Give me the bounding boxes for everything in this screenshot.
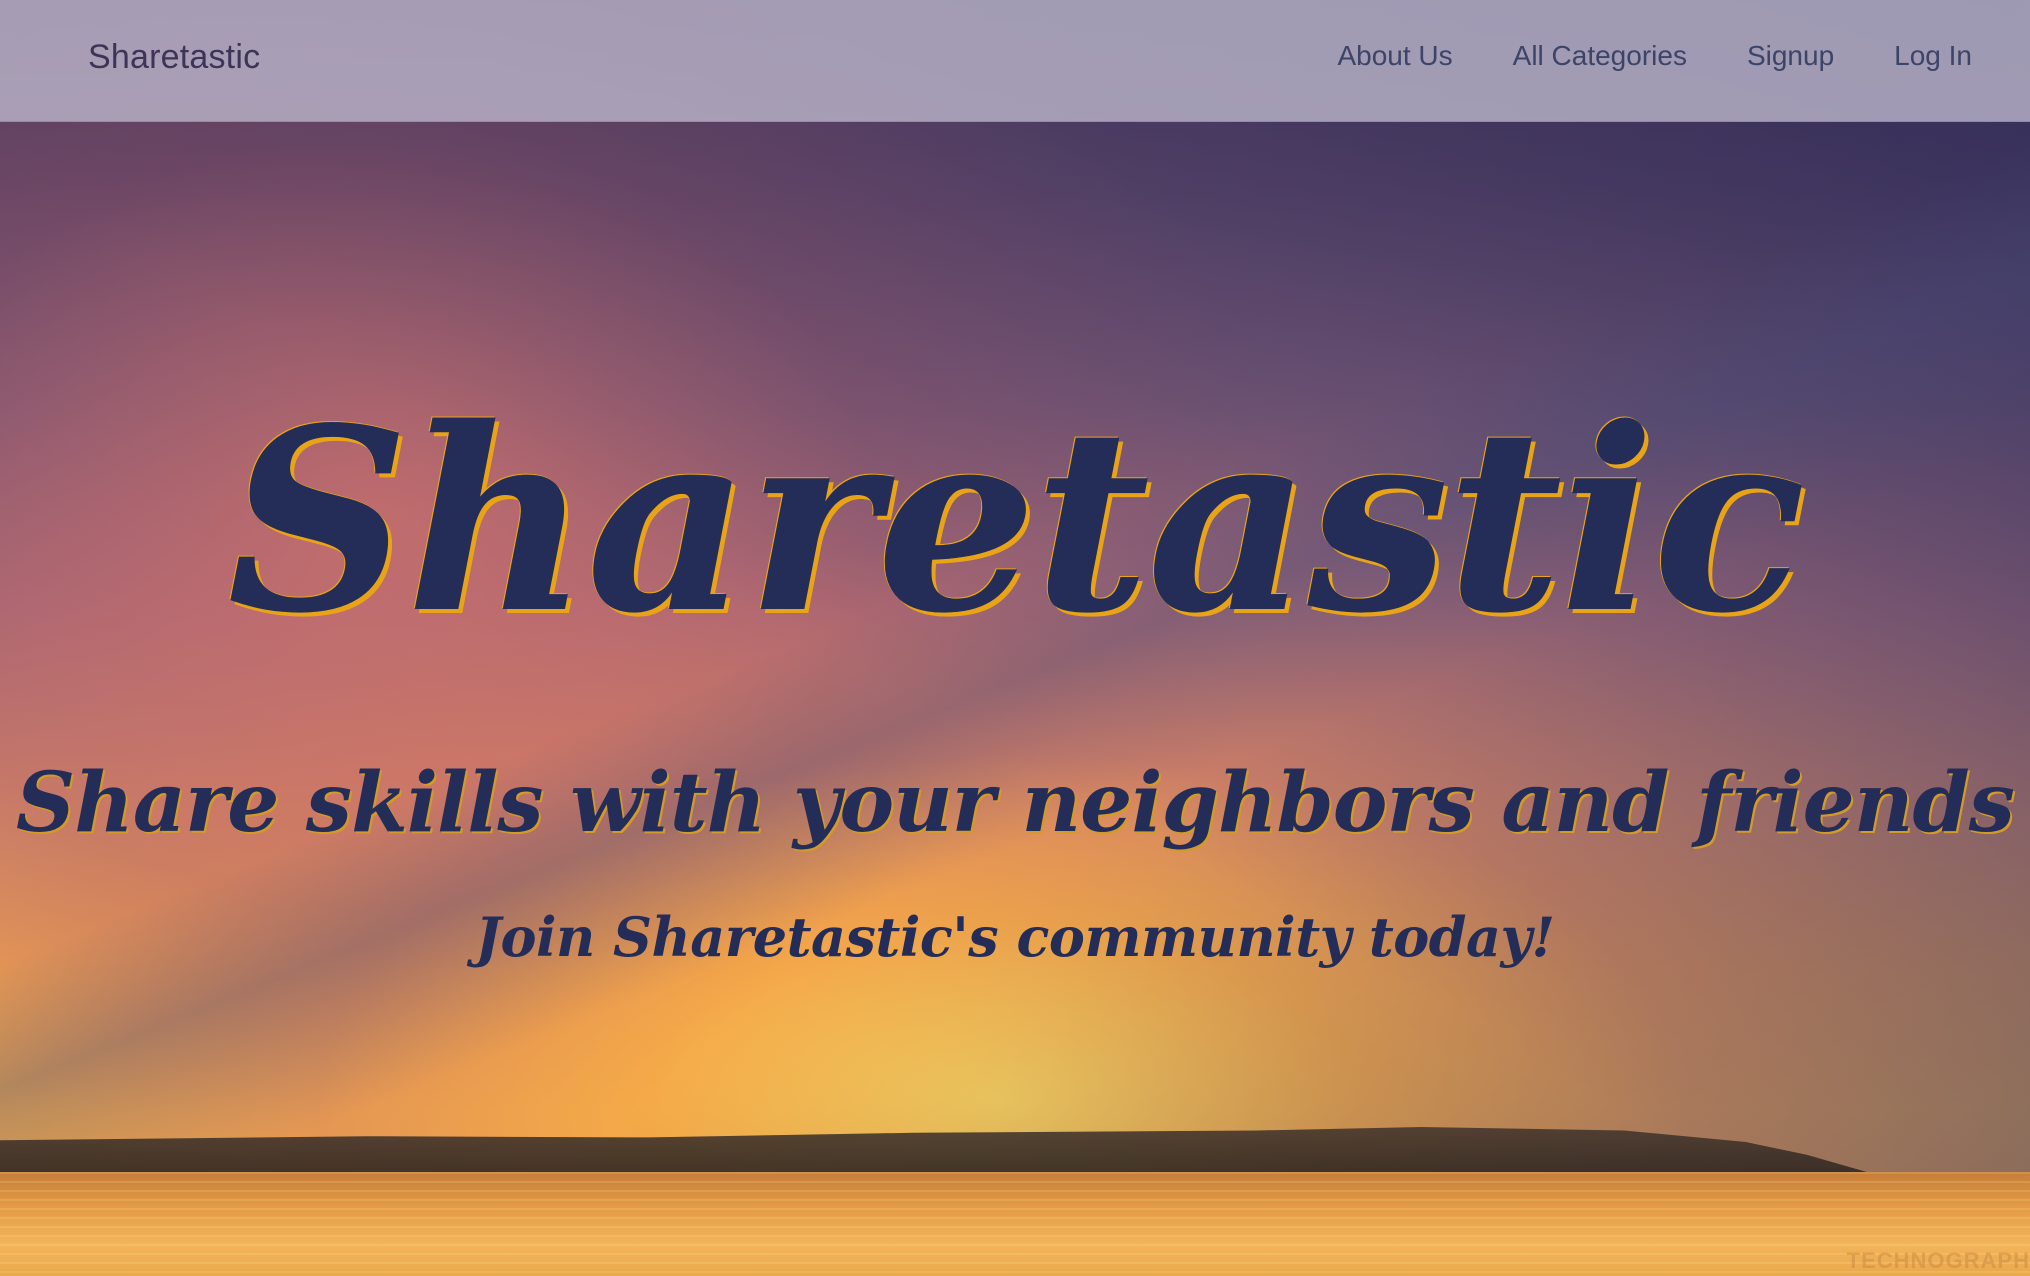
water-ripples (0, 1172, 2030, 1276)
photo-watermark: TECHNOGRAPH (1846, 1248, 2030, 1273)
navbar: Sharetastic About Us All Categories Sign… (0, 0, 2030, 122)
nav-link-about-us[interactable]: About Us (1337, 40, 1452, 72)
hero-title: Sharetastic (227, 373, 1806, 669)
nav-link-signup[interactable]: Signup (1747, 40, 1834, 72)
hero-cta-text: Join Sharetastic's community today! (475, 905, 1555, 969)
nav-link-log-in[interactable]: Log In (1894, 40, 1972, 72)
brand-link[interactable]: Sharetastic (88, 38, 260, 77)
nav-links: About Us All Categories Signup Log In (1337, 40, 1972, 72)
hero-subtitle: Share skills with your neighbors and fri… (16, 755, 2015, 851)
nav-link-all-categories[interactable]: All Categories (1513, 40, 1687, 72)
